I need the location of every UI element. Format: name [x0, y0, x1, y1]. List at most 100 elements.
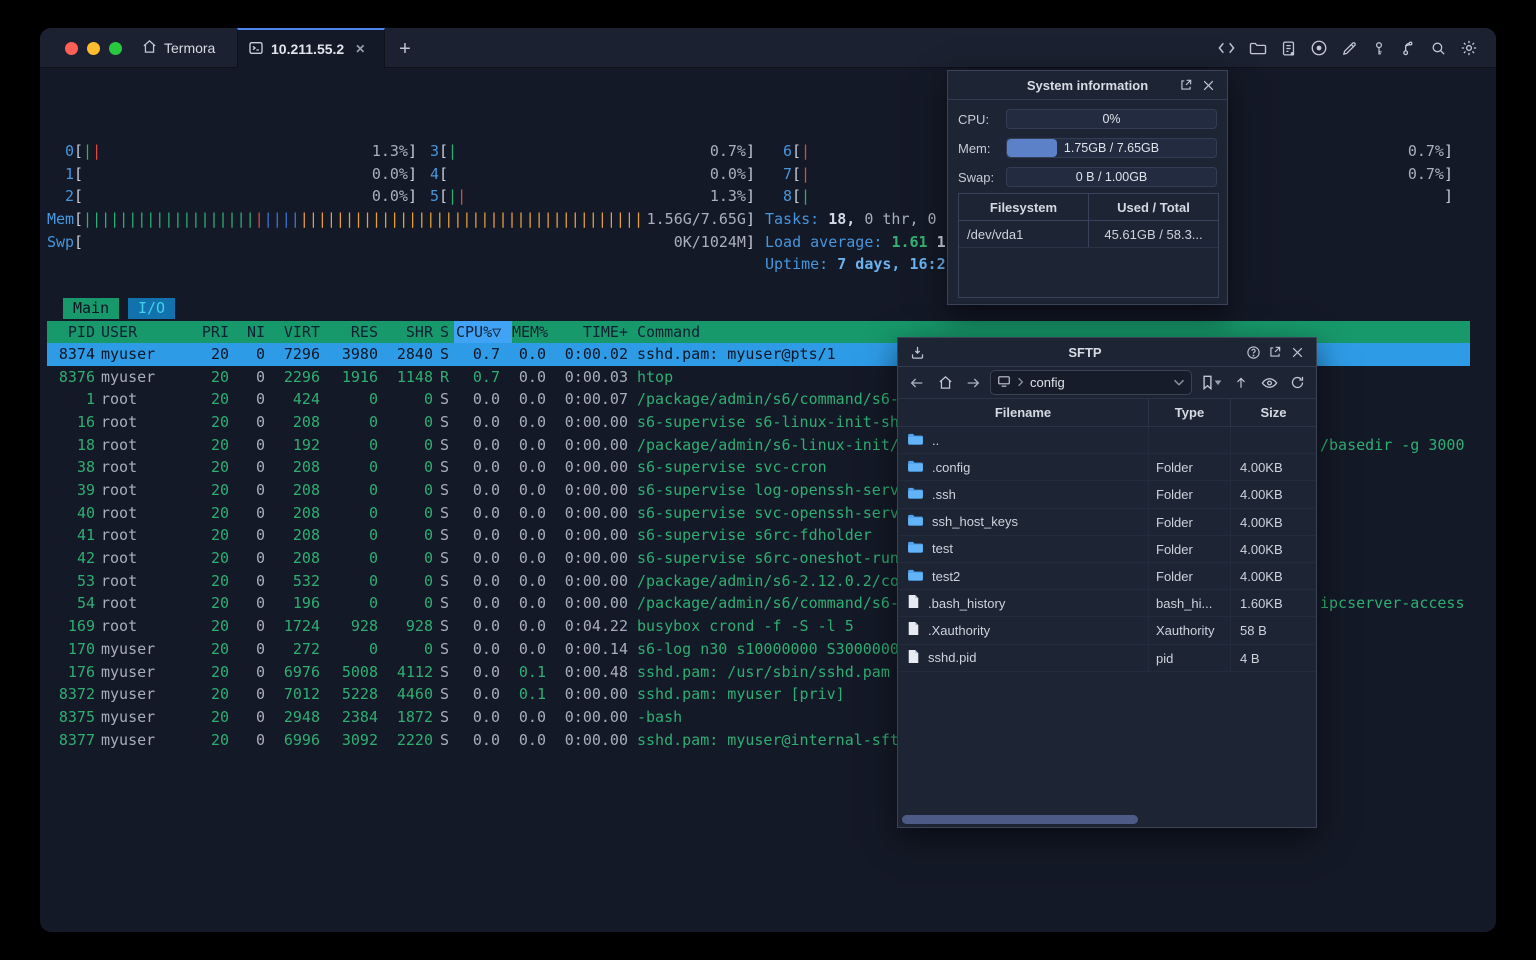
- file-size: 4.00KB: [1240, 487, 1283, 503]
- settings-gear-icon[interactable]: [1460, 39, 1478, 57]
- minimize-traffic-light[interactable]: [87, 42, 100, 55]
- record-icon[interactable]: [1310, 39, 1328, 57]
- file-name: .bash_history: [928, 595, 1006, 611]
- show-hidden-eye-icon[interactable]: [1258, 372, 1280, 394]
- close-icon[interactable]: [1286, 341, 1308, 363]
- file-row[interactable]: sshd.pid pid 4 B: [898, 644, 1316, 672]
- current-directory: config: [1030, 375, 1065, 390]
- col-header-mem[interactable]: MEM%: [512, 321, 548, 344]
- cpu-meter-4: 4[0.0%]: [412, 163, 755, 186]
- file-name-cell: ssh_host_keys: [898, 508, 1149, 535]
- popout-icon[interactable]: [1264, 341, 1286, 363]
- table-row[interactable]: /dev/vda1 45.61GB / 58.3...: [959, 221, 1218, 248]
- htop-tab-io[interactable]: I/O: [128, 298, 176, 319]
- file-size: 4 B: [1240, 650, 1260, 666]
- folder-icon: [907, 432, 924, 449]
- back-icon[interactable]: [906, 372, 928, 394]
- refresh-icon[interactable]: [1286, 372, 1308, 394]
- col-header-cpu[interactable]: CPU%▽: [454, 320, 512, 344]
- memory-meter-value: 1.56G/7.65G: [646, 210, 746, 228]
- file-row[interactable]: .bash_history bash_hi... 1.60KB: [898, 590, 1316, 618]
- new-tab-button[interactable]: +: [392, 36, 418, 62]
- size-col-header[interactable]: Size: [1231, 399, 1316, 426]
- tab-session-label: 10.211.55.2: [271, 41, 345, 57]
- meter-bars: ||: [448, 187, 467, 206]
- computer-icon: [997, 375, 1011, 391]
- bookmark-icon[interactable]: [1198, 372, 1224, 394]
- file-type: Folder: [1149, 481, 1231, 508]
- htop-tab-main[interactable]: Main: [63, 298, 120, 319]
- scrollbar-thumb[interactable]: [902, 815, 1138, 824]
- col-header-shr[interactable]: SHR: [378, 321, 433, 344]
- filesystem-used-total: 45.61GB / 58.3...: [1104, 227, 1203, 242]
- col-header-ni[interactable]: NI: [229, 321, 265, 344]
- file-row[interactable]: .Xauthority Xauthority 58 B: [898, 617, 1316, 645]
- titlebar-actions: [1217, 28, 1478, 68]
- col-header-res[interactable]: RES: [320, 321, 378, 344]
- type-col-header[interactable]: Type: [1149, 399, 1231, 426]
- folder-icon: [907, 568, 924, 585]
- usage-row-mem: Mem: 1.75GB / 7.65GB: [958, 138, 1217, 158]
- app-window: Termora 10.211.55.2 ✕ + 0[|| 1.3%] 1[0.0%]…: [40, 28, 1496, 932]
- filesystem-table-header: Filesystem Used / Total: [959, 194, 1218, 221]
- file-row[interactable]: test2 Folder 4.00KB: [898, 562, 1316, 591]
- upload-icon[interactable]: [1230, 372, 1252, 394]
- popout-icon[interactable]: [1175, 74, 1197, 96]
- usage-bar: 1.75GB / 7.65GB: [1006, 138, 1217, 158]
- file-name: test2: [932, 568, 961, 584]
- file-row[interactable]: ..: [898, 427, 1316, 455]
- search-icon[interactable]: [1430, 40, 1447, 57]
- file-size: 58 B: [1240, 623, 1267, 639]
- usage-label: Mem:: [958, 140, 991, 156]
- tab-termora-label: Termora: [164, 40, 216, 56]
- close-traffic-light[interactable]: [65, 42, 78, 55]
- filesystem-name: /dev/vda1: [959, 221, 1089, 247]
- tab-session[interactable]: 10.211.55.2 ✕: [237, 28, 385, 68]
- command-overflow-text: /basedir -g 3000: [1320, 435, 1465, 454]
- file-row[interactable]: ssh_host_keys Folder 4.00KB: [898, 508, 1316, 536]
- code-icon[interactable]: [1217, 40, 1236, 56]
- help-icon[interactable]: [1242, 341, 1264, 363]
- col-header-virt[interactable]: VIRT: [265, 321, 320, 344]
- usage-bar-text: 1.75GB / 7.65GB: [1063, 141, 1160, 155]
- col-header-user[interactable]: USER: [101, 321, 186, 344]
- cpu-meter-1: 1[0.0%]: [47, 163, 417, 186]
- system-usage-rows: CPU: 0% Mem: 1.75GB / 7.65GB Swap: 0 B / 1.00…: [948, 109, 1227, 187]
- path-breadcrumb[interactable]: config: [990, 370, 1192, 395]
- file-icon: [907, 594, 920, 612]
- home-icon[interactable]: [934, 372, 956, 394]
- close-icon[interactable]: [1197, 74, 1219, 96]
- usage-bar: 0%: [1006, 109, 1217, 129]
- folder-icon[interactable]: [1249, 40, 1267, 56]
- col-header-pid[interactable]: PID: [47, 321, 95, 344]
- sftp-title: SFTP: [1068, 344, 1102, 360]
- col-header-s[interactable]: S: [440, 321, 454, 344]
- file-name-cell: test: [898, 535, 1149, 562]
- col-header-time[interactable]: TIME+: [546, 321, 628, 344]
- file-row[interactable]: .ssh Folder 4.00KB: [898, 481, 1316, 509]
- horizontal-scrollbar[interactable]: [900, 815, 1314, 824]
- forward-icon[interactable]: [962, 372, 984, 394]
- pencil-icon[interactable]: [1341, 40, 1358, 57]
- tab-close-icon[interactable]: ✕: [355, 42, 365, 56]
- file-row[interactable]: test Folder 4.00KB: [898, 535, 1316, 563]
- tab-termora-home[interactable]: Termora: [128, 28, 229, 68]
- col-header-pri[interactable]: PRI: [186, 321, 229, 344]
- download-icon[interactable]: [906, 341, 928, 363]
- file-type: Folder: [1149, 535, 1231, 562]
- zoom-traffic-light[interactable]: [109, 42, 122, 55]
- log-icon[interactable]: [1280, 40, 1297, 57]
- chevron-down-icon[interactable]: [1173, 375, 1185, 390]
- filesystem-table: Filesystem Used / Total /dev/vda1 45.61G…: [958, 193, 1219, 298]
- used-total-col-header[interactable]: Used / Total: [1089, 194, 1218, 220]
- filename-col-header[interactable]: Filename: [898, 399, 1149, 426]
- file-name-cell: .bash_history: [898, 590, 1149, 617]
- key-icon[interactable]: [1371, 40, 1387, 57]
- sftp-panel: SFTP config Filename Type Size ...config…: [897, 337, 1317, 828]
- sftp-titlebar: SFTP: [898, 338, 1316, 367]
- folder-icon: [907, 486, 924, 503]
- keychain-icon[interactable]: [1400, 40, 1417, 57]
- file-icon: [907, 621, 920, 639]
- file-row[interactable]: .config Folder 4.00KB: [898, 454, 1316, 482]
- filesystem-col-header[interactable]: Filesystem: [959, 194, 1089, 220]
